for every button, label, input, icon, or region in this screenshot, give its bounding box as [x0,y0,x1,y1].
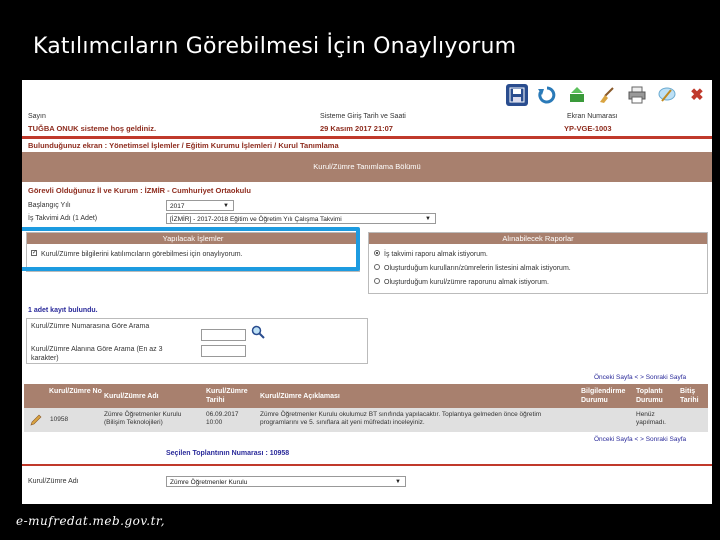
radio-icon[interactable] [374,250,380,257]
cell-no: 10958 [50,416,69,423]
export-icon[interactable] [566,84,588,106]
search-field-label: Kurul/Zümre Alanına Göre Arama (En az 3 … [31,346,163,362]
cell-date: 06.09.2017 10:00 [206,411,239,426]
screen-number-label: Ekran Numarası [567,113,618,120]
next-page-arrow[interactable]: > [640,436,644,443]
highlight-frame [22,227,360,271]
pager-bottom: Önceki Sayfa < > Sonraki Sayfa [594,436,686,443]
calendar-select[interactable]: [İZMİR] - 2017-2018 Eğitim ve Öğretim Yı… [166,213,436,224]
header-end-date: Bitiş Tarihi [680,388,699,404]
selected-field-value: Zümre Öğretmenler Kurulu [170,479,248,486]
slide-title: Katılımcıların Görebilmesi İçin Onaylıyo… [33,34,517,59]
cell-description: Zümre Öğretmenler Kurulu okulumuz BT sın… [260,411,542,426]
search-number-label: Kurul/Zümre Numarasına Göre Arama [31,323,150,330]
breadcrumb: Bulunduğunuz ekran : Yönetimsel İşlemler… [28,141,339,150]
prev-page-arrow[interactable]: < [634,436,638,443]
calendar-value: [İZMİR] - 2017-2018 Eğitim ve Öğretim Yı… [170,216,342,223]
header-no: Kurul/Zümre No [49,388,102,395]
header-name: Kurul/Zümre Adı [104,393,159,400]
divider [22,136,712,139]
header-meeting-status: Toplantı Durumu [636,388,663,404]
section-title: Kurul/Zümre Tanımlama Bölümü [22,152,712,182]
screen-number-value: YP-VGE-1003 [564,124,612,133]
print-icon[interactable] [626,84,648,106]
login-label: Sisteme Giriş Tarih ve Saati [320,113,406,120]
footer-url: e-mufredat.meb.gov.tr, [16,514,166,528]
selected-field-label: Kurul/Zümre Adı [28,478,79,485]
toolbar: ✖ [506,84,708,106]
greeting-label: Sayın [28,113,46,120]
selected-field-select[interactable]: Zümre Öğretmenler Kurulu ▼ [166,476,406,487]
radio-icon[interactable] [374,264,380,271]
search-panel: Kurul/Zümre Numarasına Göre Arama Kurul/… [26,318,368,364]
login-value: 29 Kasım 2017 21:07 [320,124,393,133]
start-year-value: 2017 [170,203,185,210]
pager-top: Önceki Sayfa < > Sonraki Sayfa [594,374,686,381]
start-year-label: Başlangıç Yılı [28,202,71,209]
report-option-3-label: Oluşturduğum kurul/zümre raporunu almak … [384,279,549,286]
cell-name: Zümre Öğretmenler Kurulu (Bilişim Teknol… [104,411,182,426]
prev-page-link[interactable]: Önceki Sayfa [594,436,633,443]
save-icon[interactable] [506,84,528,106]
reports-panel: Alınabilecek Raporlar İş takvimi raporu … [368,232,708,294]
chevron-down-icon: ▼ [425,216,431,222]
start-year-select[interactable]: 2017 ▼ [166,200,234,211]
clear-icon[interactable] [596,84,618,106]
search-number-input[interactable] [201,329,246,341]
search-icon[interactable] [251,325,265,341]
report-option-1-label: İş takvimi raporu almak istiyorum. [384,251,488,258]
table-row[interactable]: 10958 Zümre Öğretmenler Kurulu (Bilişim … [24,408,708,432]
header-info-status: Bilgilendirme Durumu [581,388,626,404]
screenshot-panel: ✖ Sayın TUĞBA ONUK sisteme hoş geldiniz.… [22,80,712,504]
calendar-label: İş Takvimi Adı (1 Adet) [28,215,98,222]
pencil-icon[interactable] [30,414,42,429]
report-option-3[interactable]: Oluşturduğum kurul/zümre raporunu almak … [374,278,549,286]
prev-page-link[interactable]: Önceki Sayfa [594,374,633,381]
next-page-arrow[interactable]: > [640,374,644,381]
next-page-link[interactable]: Sonraki Sayfa [646,436,686,443]
table-header: Kurul/Zümre No Kurul/Zümre Adı Kurul/Züm… [24,384,708,408]
search-field-input[interactable] [201,345,246,357]
next-page-link[interactable]: Sonraki Sayfa [646,374,686,381]
selected-meeting-number: Seçilen Toplantının Numarası : 10958 [166,450,290,457]
divider [22,464,712,466]
duty-info: Görevli Olduğunuz İl ve Kurum : İZMİR - … [28,186,251,195]
radio-icon[interactable] [374,278,380,285]
reports-panel-title: Alınabilecek Raporlar [369,233,707,244]
chevron-down-icon: ▼ [395,479,401,485]
close-icon[interactable]: ✖ [686,84,708,106]
report-option-1[interactable]: İş takvimi raporu almak istiyorum. [374,250,488,258]
refresh-icon[interactable] [536,84,558,106]
cell-meeting-status: Henüz yapılmadı. [636,411,666,426]
chevron-down-icon: ▼ [223,203,229,209]
records-found: 1 adet kayıt bulundu. [28,307,98,314]
prev-page-arrow[interactable]: < [634,374,638,381]
report-option-2[interactable]: Oluşturduğum kurulların/zümrelerin liste… [374,264,571,272]
report-option-2-label: Oluşturduğum kurulların/zümrelerin liste… [384,265,571,272]
edit-icon[interactable] [656,84,678,106]
header-date: Kurul/Zümre Tarihi [206,388,248,404]
header-description: Kurul/Zümre Açıklaması [260,393,340,400]
welcome-text: TUĞBA ONUK sisteme hoş geldiniz. [28,124,157,133]
